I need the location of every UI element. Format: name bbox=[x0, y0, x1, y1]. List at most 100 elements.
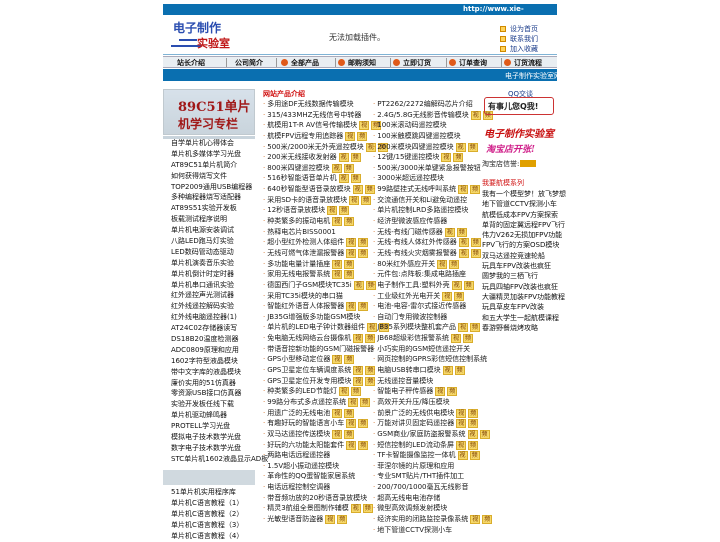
product-link[interactable]: · 200米模块四键遥控模块视频 bbox=[373, 142, 493, 153]
product-link[interactable]: · 超高无线电电池存储 bbox=[373, 493, 493, 504]
video-icon[interactable]: 视 bbox=[332, 270, 343, 280]
product-link[interactable]: · GSM商业/家庭防盗报警系统视频 bbox=[373, 429, 493, 440]
video-icon[interactable]: 视 bbox=[350, 504, 361, 514]
product-link[interactable]: · 短信控制的LED流动条屏视频 bbox=[373, 440, 493, 451]
video-icon[interactable]: 视 bbox=[467, 429, 478, 439]
product-link[interactable]: · 智能电子秤传感器视频 bbox=[373, 386, 493, 397]
video-icon[interactable]: 视 bbox=[451, 280, 462, 290]
video-icon[interactable]: 频 bbox=[343, 163, 354, 173]
product-link[interactable]: · 家用无线电报警系统视频 bbox=[263, 269, 389, 280]
video-icon[interactable]: 视 bbox=[353, 376, 364, 386]
article-link[interactable]: 单片机演奏音乐实验 bbox=[171, 258, 268, 269]
video-icon[interactable]: 视 bbox=[451, 334, 462, 344]
aircraft-article-link[interactable]: 航模低成本FPV方案探索 bbox=[482, 210, 566, 220]
video-icon[interactable]: 视 bbox=[458, 323, 469, 333]
article-link[interactable]: STC单片机1602液晶显示AD板 bbox=[171, 454, 268, 465]
product-link[interactable]: · 单片机控制LRD多路遥控模块 bbox=[373, 205, 493, 216]
nav-item-company[interactable]: 公司简介 bbox=[235, 58, 263, 68]
site-logo[interactable]: 电子制作 实验室 bbox=[169, 18, 241, 52]
article-link[interactable]: 红外遥控声光测试器 bbox=[171, 290, 268, 301]
product-link[interactable]: · 640秒智能型语音录放模块视频 bbox=[263, 184, 389, 195]
product-link[interactable]: · 带语音控新功能的GSM门磁报警器 bbox=[263, 344, 389, 355]
article-link[interactable]: 单片机驱动蜂鸣器 bbox=[171, 410, 268, 421]
product-link[interactable]: · 无线遥控音量模块 bbox=[373, 376, 493, 387]
video-icon[interactable]: 频 bbox=[358, 238, 369, 248]
product-link[interactable]: · 电池-电容-雷尔式接近传感器 bbox=[373, 301, 493, 312]
product-link[interactable]: · 专业SMT贴片/THT插件加工 bbox=[373, 471, 493, 482]
article-link[interactable]: 自学单片机心得体会 bbox=[171, 138, 268, 149]
product-link[interactable]: · GPS卫星定位车辆调度系统视频 bbox=[263, 365, 389, 376]
video-icon[interactable]: 频 bbox=[344, 355, 355, 365]
video-icon[interactable]: 视 bbox=[435, 387, 446, 397]
product-link[interactable]: · 315/433MHZ无线信号中转器 bbox=[263, 110, 389, 121]
product-link[interactable]: · 多用途DF无线数据传输模块 bbox=[263, 99, 389, 110]
product-link[interactable]: · 电话远程控制空调器 bbox=[263, 482, 389, 493]
video-icon[interactable]: 频 bbox=[358, 248, 369, 258]
video-icon[interactable]: 视 bbox=[352, 185, 363, 195]
video-icon[interactable]: 视 bbox=[338, 153, 349, 163]
video-icon[interactable]: 频 bbox=[350, 174, 361, 184]
video-icon[interactable]: 频 bbox=[456, 227, 467, 237]
product-link[interactable]: · 无线可燃气体泄漏报警器视频 bbox=[263, 248, 389, 259]
video-icon[interactable]: 视 bbox=[470, 514, 481, 524]
video-icon[interactable]: 视 bbox=[338, 387, 349, 397]
article-link[interactable]: 多种编程器烧写适配器 bbox=[171, 192, 268, 203]
aircraft-article-link[interactable]: 圆梦我的三栖飞行 bbox=[482, 271, 566, 281]
video-icon[interactable]: 频 bbox=[344, 429, 355, 439]
nav-item-about-owner[interactable]: 站长介绍 bbox=[177, 58, 205, 68]
product-link[interactable]: · 采用SD卡的语音录放模块视频 bbox=[263, 195, 389, 206]
product-link[interactable]: · 采用TC35i模块的串口猫 bbox=[263, 291, 389, 302]
video-icon[interactable]: 视 bbox=[327, 206, 338, 216]
video-icon[interactable]: 视 bbox=[359, 121, 370, 131]
product-link[interactable]: · 无线-有线门磁传感器视频 bbox=[373, 227, 493, 238]
product-link[interactable]: · 单片机的LED电子钟计数器组件视频 bbox=[263, 322, 389, 333]
product-link[interactable]: · 航模用1T-R AV信号传输模块视频 bbox=[263, 120, 389, 131]
video-icon[interactable]: 视 bbox=[338, 174, 349, 184]
video-icon[interactable]: 频 bbox=[358, 302, 369, 312]
video-icon[interactable]: 视 bbox=[442, 291, 453, 301]
video-icon[interactable]: 频 bbox=[467, 142, 478, 152]
product-link[interactable]: · 99路壁挂式无线呼叫系统视频 bbox=[373, 184, 493, 195]
mcu-column-banner[interactable]: 89C51单片 机学习专栏 bbox=[163, 89, 255, 135]
video-icon[interactable]: 视 bbox=[458, 248, 469, 258]
product-link[interactable]: · 有趣好玩的智能语言小车视频 bbox=[263, 418, 389, 429]
video-icon[interactable]: 视 bbox=[349, 195, 360, 205]
product-link[interactable]: · 800米四键遥控模块视频 bbox=[263, 163, 389, 174]
nav-item-order-query[interactable]: 订单查询 bbox=[449, 58, 487, 68]
nav-item-products[interactable]: 全部产品 bbox=[281, 58, 319, 68]
product-link[interactable]: · 交流通信开关和Li避免动遥控 bbox=[373, 195, 493, 206]
video-icon[interactable]: 频 bbox=[358, 419, 369, 429]
article-link[interactable]: 如何获得烧写文件 bbox=[171, 171, 268, 182]
article-link[interactable]: 板载测试程序说明 bbox=[171, 214, 268, 225]
product-link[interactable]: · 12秒语音录放模块视频 bbox=[263, 205, 389, 216]
product-link[interactable]: · 智能红外语音人体报警器视频 bbox=[263, 301, 389, 312]
video-icon[interactable]: 频 bbox=[362, 504, 373, 514]
product-link[interactable]: · 500米/2000米无外壳遥控模块视频 bbox=[263, 142, 389, 153]
article-link[interactable]: 实验开发板任线下载 bbox=[171, 399, 268, 410]
article-link[interactable]: 红外线遥控解码实验 bbox=[171, 301, 268, 312]
aircraft-article-link[interactable]: 玩具四轴FPV改装也疯狂 bbox=[482, 282, 566, 292]
product-link[interactable]: · 元件包:点阵板:集成电路插座 bbox=[373, 269, 493, 280]
tutorial-link[interactable]: 单片机C语言教程（4） bbox=[171, 531, 243, 542]
aircraft-article-link[interactable]: 玩具草皮车FPV改装 bbox=[482, 302, 566, 312]
product-link[interactable]: · 航模FPV远程专用追踪器视频 bbox=[263, 131, 389, 142]
product-link[interactable]: · 经济实用的闭路监控录像系统视频 bbox=[373, 514, 493, 525]
aircraft-article-link[interactable]: FPV飞行的方案OSD模块 bbox=[482, 240, 566, 250]
article-link[interactable]: AT24C02存储器读写 bbox=[171, 323, 268, 334]
product-link[interactable]: · JB35系列模块整机套产品视频 bbox=[373, 322, 493, 333]
video-icon[interactable]: 频 bbox=[469, 451, 480, 461]
video-icon[interactable]: 视 bbox=[331, 163, 342, 173]
taobao-rating[interactable]: 淘宝店信誉: bbox=[482, 159, 537, 169]
video-icon[interactable]: 视 bbox=[444, 227, 455, 237]
video-icon[interactable]: 频 bbox=[470, 323, 481, 333]
product-link[interactable]: · 微型高效调频发射模块 bbox=[373, 503, 493, 514]
video-icon[interactable]: 视 bbox=[346, 419, 357, 429]
product-link[interactable]: · 100米触模跳四键遥控模块 bbox=[373, 131, 493, 142]
video-icon[interactable]: 频 bbox=[361, 195, 372, 205]
qq-chat-button[interactable]: 有事儿您Q我! bbox=[484, 97, 554, 115]
video-icon[interactable]: 视 bbox=[332, 429, 343, 439]
product-link[interactable]: · 带音频功放的20秒语音录放模块 bbox=[263, 493, 389, 504]
product-link[interactable]: · 万能对讲贝固定码遥控器视频 bbox=[373, 418, 493, 429]
article-link[interactable]: AT89C51单片机简介 bbox=[171, 160, 268, 171]
product-link[interactable]: · 无线-有线人体红外传感器视频 bbox=[373, 237, 493, 248]
